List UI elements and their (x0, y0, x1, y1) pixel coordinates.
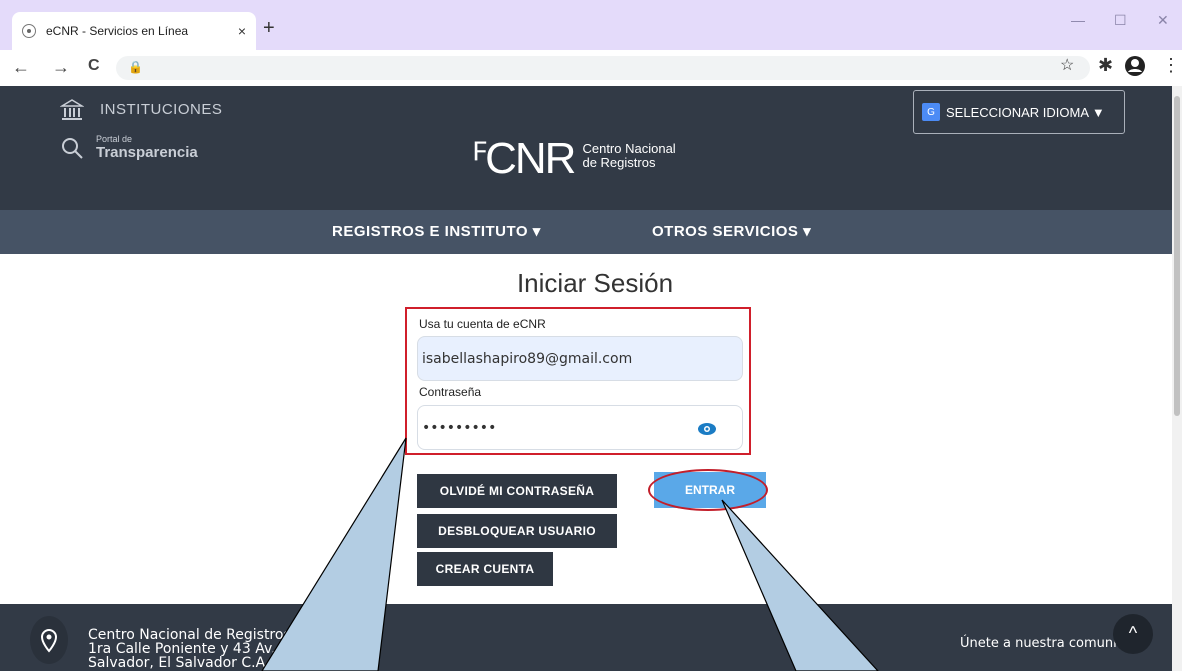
google-translate-icon: G (922, 103, 940, 121)
enter-button[interactable]: ENTRAR (654, 472, 766, 508)
instituciones-link[interactable]: INSTITUCIONES (60, 98, 222, 120)
site-nav (0, 210, 1172, 254)
location-pin-icon (30, 616, 68, 664)
show-password-eye-icon[interactable] (697, 422, 717, 436)
forward-button[interactable]: → (52, 57, 70, 78)
email-input[interactable] (417, 336, 743, 381)
footer-address: Centro Nacional de Registros 1ra Calle P… (88, 628, 354, 670)
maximize-button[interactable]: ☐ (1114, 12, 1127, 29)
logo-line2: de Registros (582, 155, 656, 170)
page-title: Iniciar Sesión (516, 268, 674, 298)
portal-small-label: Portal de (96, 134, 133, 144)
scroll-to-top-button[interactable]: ^ (1113, 614, 1153, 654)
new-tab-button[interactable]: + (263, 17, 275, 40)
unlock-user-button[interactable]: DESBLOQUEAR USUARIO (417, 514, 617, 548)
nav-otros-servicios[interactable]: OTROS SERVICIOS ▾ (652, 222, 811, 240)
nav-registros-instituto[interactable]: REGISTROS E INSTITUTO ▾ (332, 222, 541, 240)
scrollbar-thumb[interactable] (1174, 96, 1180, 416)
instituciones-label: INSTITUCIONES (100, 100, 223, 118)
close-window-button[interactable]: ✕ (1157, 12, 1169, 29)
minimize-button[interactable]: — (1071, 12, 1085, 28)
portal-transparencia-link[interactable]: Portal de Transparencia (60, 134, 198, 161)
footer-line1: Centro Nacional de Registros (88, 627, 291, 643)
password-input[interactable] (417, 405, 743, 450)
tab-title: eCNR - Servicios en Línea (46, 24, 189, 38)
browser-menu-icon[interactable]: ⋮ (1162, 55, 1180, 76)
portal-big-label: Transparencia (96, 144, 198, 161)
account-label: Usa tu cuenta de eCNR (419, 317, 546, 331)
cnr-logo[interactable]: ꟳCNR Centro Nacional de Registros (472, 126, 676, 186)
profile-icon[interactable] (1124, 55, 1146, 82)
forgot-password-button[interactable]: OLVIDÉ MI CONTRASEÑA (417, 474, 617, 508)
tab-close-icon[interactable]: × (238, 23, 246, 39)
back-button[interactable]: ← (12, 57, 30, 78)
language-select-button[interactable]: G SELECCIONAR IDIOMA ▼ (913, 90, 1125, 134)
footer-line2: 1ra Calle Poniente y 43 Av. Norte, San (88, 641, 355, 657)
bookmark-star-icon[interactable]: ☆ (1060, 55, 1074, 75)
logo-mark: ꟳCNR (472, 134, 576, 183)
site-favicon-icon (22, 24, 36, 38)
extensions-icon[interactable]: ✱ (1098, 55, 1113, 76)
footer-line3: Salvador, El Salvador C.A. (88, 655, 270, 671)
language-button-label: SELECCIONAR IDIOMA ▼ (946, 104, 1105, 120)
url-input[interactable] (116, 56, 1090, 80)
lock-icon[interactable]: 🔒 (128, 60, 143, 74)
create-account-button[interactable]: CREAR CUENTA (417, 552, 553, 586)
password-label: Contraseña (419, 385, 482, 399)
reload-button[interactable]: C (88, 57, 100, 75)
search-icon (62, 137, 83, 159)
institution-building-icon (60, 99, 84, 120)
browser-tab[interactable]: eCNR - Servicios en Línea × (12, 12, 256, 50)
logo-line1: Centro Nacional (582, 141, 676, 156)
